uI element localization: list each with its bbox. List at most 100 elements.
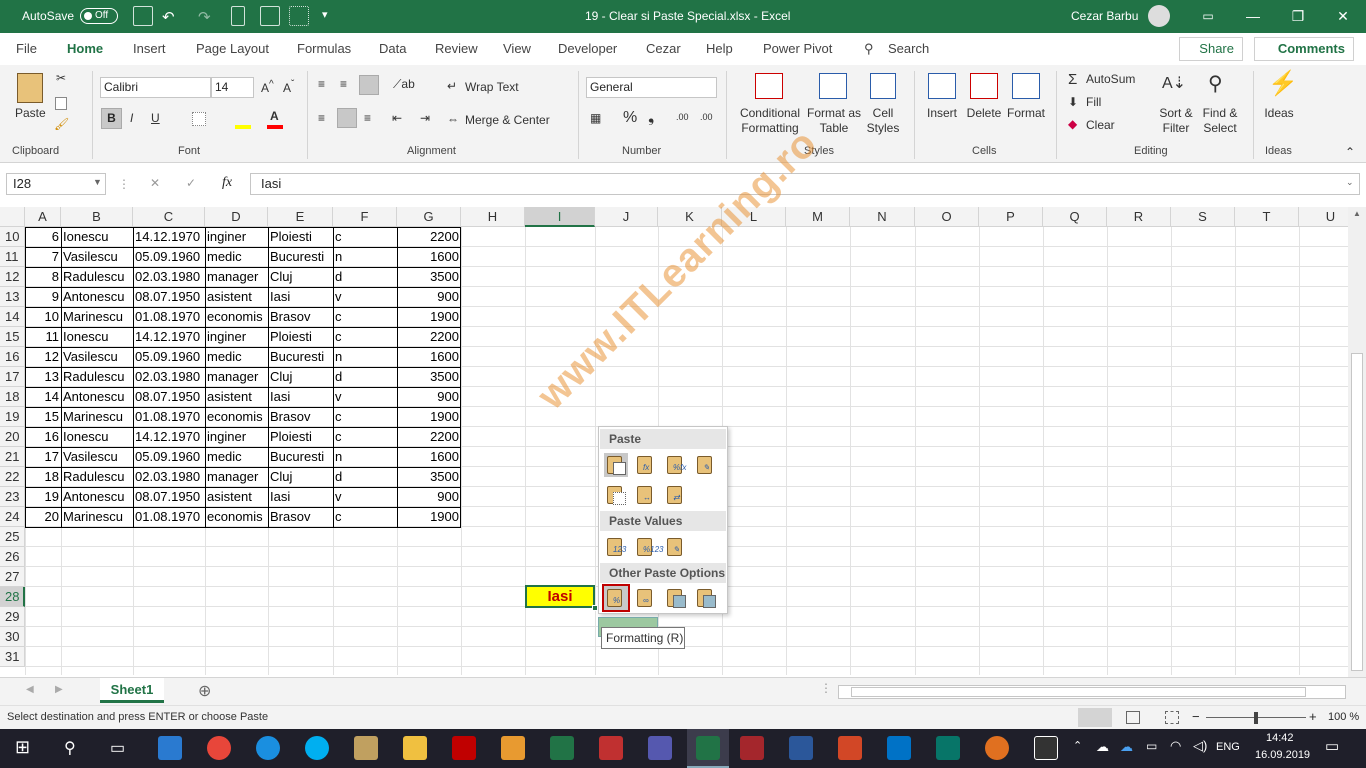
- column-header-a[interactable]: A: [25, 207, 61, 227]
- app-icon[interactable]: [501, 736, 525, 760]
- sheet-tab[interactable]: Sheet1: [100, 678, 164, 703]
- enter-icon[interactable]: ✓: [186, 176, 196, 190]
- paste-all-icon[interactable]: [604, 453, 628, 477]
- show-hidden-icons[interactable]: ⌃: [1073, 739, 1082, 752]
- acrobat-icon[interactable]: [452, 736, 476, 760]
- row-header-13[interactable]: 13: [0, 287, 25, 307]
- vertical-scrollbar[interactable]: ▲: [1348, 207, 1366, 677]
- sort-filter-icon[interactable]: A⇣: [1162, 73, 1186, 93]
- fill-button[interactable]: Fill: [1086, 95, 1101, 109]
- row-header-27[interactable]: 27: [0, 567, 25, 587]
- fullscreen-icon[interactable]: [260, 6, 280, 26]
- find-select-button[interactable]: Find & Select: [1200, 106, 1240, 136]
- row-header-19[interactable]: 19: [0, 407, 25, 427]
- video-editor-icon[interactable]: [1034, 736, 1058, 760]
- search-icon[interactable]: ⚲: [864, 41, 874, 57]
- format-cells-icon[interactable]: [1012, 73, 1040, 99]
- column-header-i[interactable]: I: [525, 207, 595, 227]
- autosum-button[interactable]: AutoSum: [1086, 72, 1135, 86]
- onedrive-icon[interactable]: ☁: [1120, 739, 1133, 755]
- excel-active-task[interactable]: [687, 729, 729, 768]
- row-header-22[interactable]: 22: [0, 467, 25, 487]
- minimize-icon[interactable]: —: [1230, 0, 1276, 33]
- row-header-12[interactable]: 12: [0, 267, 25, 287]
- paste-values-icon[interactable]: 123: [604, 535, 628, 559]
- row-header-30[interactable]: 30: [0, 627, 25, 647]
- zoom-level[interactable]: 100 %: [1328, 711, 1359, 723]
- zoom-out-icon[interactable]: −: [1192, 709, 1200, 724]
- normal-view-icon[interactable]: [1078, 708, 1112, 727]
- decrease-indent-icon[interactable]: ⇤: [392, 111, 402, 125]
- clear-button[interactable]: Clear: [1086, 118, 1115, 132]
- increase-indent-icon[interactable]: ⇥: [420, 111, 430, 125]
- grid-icon[interactable]: [289, 6, 309, 26]
- autosave-toggle[interactable]: Off: [80, 8, 118, 24]
- align-right-icon[interactable]: ≡: [364, 111, 371, 125]
- paste-values-number-format-icon[interactable]: %123: [634, 535, 663, 559]
- restore-icon[interactable]: ❐: [1275, 0, 1321, 33]
- scroll-divider-icon[interactable]: ⋮: [820, 681, 832, 695]
- ideas-icon[interactable]: ⚡: [1268, 69, 1298, 98]
- align-bottom-icon[interactable]: [359, 75, 379, 95]
- column-header-u[interactable]: U: [1299, 207, 1350, 227]
- row-header-24[interactable]: 24: [0, 507, 25, 527]
- search-icon[interactable]: ⚲: [64, 738, 76, 758]
- share-button[interactable]: Share: [1179, 37, 1243, 61]
- column-header-d[interactable]: D: [205, 207, 268, 227]
- ribbon-display-icon[interactable]: ▭: [1185, 0, 1231, 33]
- row-header-21[interactable]: 21: [0, 447, 25, 467]
- align-top-icon[interactable]: ≡: [318, 77, 325, 91]
- publisher-icon[interactable]: [936, 736, 960, 760]
- customize-qat-icon[interactable]: ▾: [322, 8, 328, 21]
- excel-icon[interactable]: [550, 736, 574, 760]
- access-icon[interactable]: [740, 736, 764, 760]
- tab-cezar[interactable]: Cezar: [646, 41, 681, 56]
- paste-transpose-icon[interactable]: ⇄: [664, 483, 688, 507]
- search-box[interactable]: Search: [888, 41, 929, 56]
- row-header-18[interactable]: 18: [0, 387, 25, 407]
- format-button[interactable]: Format: [1006, 106, 1046, 121]
- row-header-29[interactable]: 29: [0, 607, 25, 627]
- tab-insert[interactable]: Insert: [133, 41, 166, 56]
- tab-home[interactable]: Home: [67, 41, 103, 56]
- delete-button[interactable]: Delete: [964, 106, 1004, 121]
- tab-page-layout[interactable]: Page Layout: [196, 41, 269, 56]
- insert-function-icon[interactable]: fx: [222, 175, 232, 191]
- save-icon[interactable]: [133, 6, 153, 26]
- column-header-b[interactable]: B: [61, 207, 133, 227]
- clock-date[interactable]: 16.09.2019: [1255, 749, 1310, 761]
- merge-center-button[interactable]: Merge & Center: [465, 113, 550, 127]
- task-view-icon[interactable]: ▭: [110, 738, 125, 758]
- row-header-25[interactable]: 25: [0, 527, 25, 547]
- paste-link-icon[interactable]: ∞: [634, 586, 658, 610]
- font-size-select[interactable]: 14: [211, 77, 254, 98]
- add-sheet-icon[interactable]: ⊕: [198, 681, 211, 701]
- fill-color-icon[interactable]: [235, 125, 251, 129]
- tab-file[interactable]: File: [16, 41, 37, 56]
- wifi-icon[interactable]: ◠: [1170, 738, 1181, 754]
- zoom-slider-thumb[interactable]: [1254, 712, 1258, 724]
- paste-linked-picture-icon[interactable]: [694, 586, 718, 610]
- tab-developer[interactable]: Developer: [558, 41, 617, 56]
- volume-icon[interactable]: ◁): [1193, 738, 1207, 754]
- align-left-icon[interactable]: ≡: [318, 111, 325, 125]
- scroll-up-icon[interactable]: ▲: [1353, 209, 1361, 218]
- clock-time[interactable]: 14:42: [1266, 732, 1294, 744]
- paste-no-borders-icon[interactable]: [604, 483, 628, 507]
- align-middle-icon[interactable]: ≡: [340, 77, 347, 91]
- percent-icon[interactable]: %: [623, 109, 637, 127]
- column-header-r[interactable]: R: [1107, 207, 1171, 227]
- undo-icon[interactable]: ↶: [162, 8, 175, 26]
- underline-button[interactable]: U: [151, 111, 160, 125]
- word-icon[interactable]: [789, 736, 813, 760]
- teamviewer-icon[interactable]: [256, 736, 280, 760]
- comments-button[interactable]: Comments: [1254, 37, 1354, 61]
- sort-filter-button[interactable]: Sort & Filter: [1156, 106, 1196, 136]
- insert-button[interactable]: Insert: [922, 106, 962, 121]
- row-header-31[interactable]: 31: [0, 647, 25, 667]
- paste-picture-icon[interactable]: [664, 586, 688, 610]
- tab-data[interactable]: Data: [379, 41, 406, 56]
- column-header-h[interactable]: H: [461, 207, 525, 227]
- chrome-icon[interactable]: [207, 736, 231, 760]
- close-icon[interactable]: ✕: [1320, 0, 1366, 33]
